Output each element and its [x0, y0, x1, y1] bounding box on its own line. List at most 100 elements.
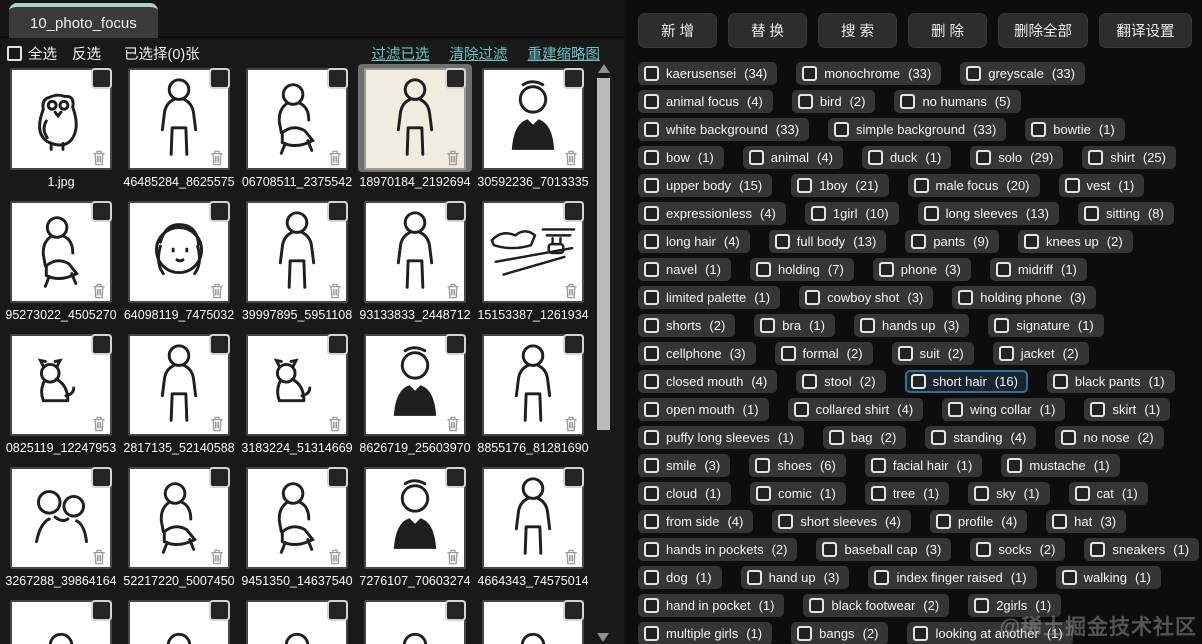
tag-checkbox[interactable] — [644, 206, 659, 221]
tag-pill[interactable]: hands up (3) — [853, 314, 970, 337]
filter-selected-link[interactable]: 过滤已选 — [372, 43, 430, 64]
thumbnail[interactable]: 06708511_2375542 — [240, 64, 354, 197]
thumbnail[interactable]: 52217220_5007450 — [122, 463, 236, 596]
tag-pill[interactable]: phone (3) — [872, 258, 971, 281]
tag-pill[interactable]: closed mouth (4) — [638, 370, 778, 393]
invert-selection-label[interactable]: 反选 — [72, 43, 101, 64]
tag-checkbox[interactable] — [1061, 430, 1077, 445]
tag-checkbox[interactable] — [1090, 542, 1106, 557]
tag-checkbox[interactable] — [948, 402, 964, 417]
thumbnail[interactable]: 0825119_12247953 — [4, 330, 118, 463]
trash-icon[interactable] — [328, 150, 342, 166]
thumbnail-image[interactable] — [482, 600, 584, 644]
tag-checkbox[interactable] — [874, 570, 890, 585]
thumbnail[interactable]: 15153387_1261934 — [476, 197, 590, 330]
tag-pill[interactable]: hand up (3) — [740, 566, 850, 589]
trash-icon[interactable] — [328, 549, 342, 565]
tag-checkbox[interactable] — [644, 94, 659, 109]
trash-icon[interactable] — [210, 150, 224, 166]
thumbnail[interactable]: 3183224_51314669 — [240, 330, 354, 463]
tag-checkbox[interactable] — [878, 262, 894, 277]
thumbnail-image[interactable] — [128, 201, 230, 303]
tag-pill[interactable]: 1boy (21) — [791, 174, 889, 197]
tag-checkbox[interactable] — [644, 66, 659, 81]
tag-pill[interactable]: index finger raised (1) — [868, 566, 1037, 589]
tag-pill[interactable]: vest (1) — [1058, 174, 1145, 197]
tag-pill[interactable]: socks (2) — [970, 538, 1066, 561]
tag-pill[interactable]: duck (1) — [861, 146, 952, 169]
thumbnail[interactable]: 64098119_7475032 — [122, 197, 236, 330]
select-all-label[interactable]: 全选 — [28, 43, 57, 64]
tag-checkbox[interactable] — [644, 374, 659, 389]
thumbnail-checkbox[interactable] — [327, 600, 348, 621]
thumbnail-checkbox[interactable] — [91, 334, 112, 355]
tag-checkbox[interactable] — [644, 262, 659, 277]
tag-checkbox[interactable] — [802, 374, 818, 389]
tag-checkbox[interactable] — [760, 318, 776, 333]
thumbnail-checkbox[interactable] — [91, 201, 112, 222]
tag-pill[interactable]: no nose (2) — [1055, 426, 1164, 449]
thumbnail[interactable]: 3267288_39864164 — [4, 463, 118, 596]
tag-pill[interactable]: suit (2) — [891, 342, 974, 365]
tag-pill[interactable]: navel (1) — [638, 258, 731, 281]
scroll-up-icon[interactable] — [597, 64, 610, 73]
tag-checkbox[interactable] — [644, 542, 659, 557]
thumbnail-checkbox[interactable] — [327, 68, 348, 89]
thumbnail[interactable]: 95273022_4505270 — [4, 197, 118, 330]
trash-icon[interactable] — [210, 416, 224, 432]
thumbnail-image[interactable] — [246, 201, 348, 303]
thumbnail-checkbox[interactable] — [563, 201, 584, 222]
tag-pill[interactable]: dog (1) — [638, 566, 722, 589]
tag-checkbox[interactable] — [810, 206, 826, 221]
tag-checkbox[interactable] — [755, 486, 771, 501]
thumbnail[interactable]: 7276107_70603274 — [358, 463, 472, 596]
thumbnail-image[interactable] — [246, 467, 348, 569]
action-button[interactable]: 替 换 — [728, 13, 807, 48]
tag-checkbox[interactable] — [867, 150, 883, 165]
tag-pill[interactable]: multiple girls (1) — [638, 622, 773, 644]
thumbnail-image[interactable] — [482, 467, 584, 569]
tag-pill[interactable]: kaerusensei (34) — [638, 62, 778, 85]
trash-icon[interactable] — [446, 416, 460, 432]
thumbnail[interactable] — [240, 596, 354, 644]
trash-icon[interactable] — [328, 416, 342, 432]
tag-checkbox[interactable] — [897, 346, 913, 361]
tag-checkbox[interactable] — [644, 122, 659, 137]
tag-pill[interactable]: puffy long sleeves (1) — [638, 426, 804, 449]
thumbnail-checkbox[interactable] — [327, 334, 348, 355]
tag-checkbox[interactable] — [644, 234, 659, 249]
thumbnail-image[interactable] — [364, 467, 466, 569]
tag-pill[interactable]: black pants (1) — [1046, 370, 1175, 393]
trash-icon[interactable] — [564, 283, 578, 299]
thumbnail-checkbox[interactable] — [563, 600, 584, 621]
tag-checkbox[interactable] — [1024, 234, 1040, 249]
tag-pill[interactable]: limited palette (1) — [638, 286, 781, 309]
select-all-checkbox[interactable] — [7, 45, 22, 61]
tag-checkbox[interactable] — [755, 458, 771, 473]
thumbnail[interactable] — [4, 596, 118, 644]
tag-checkbox[interactable] — [644, 346, 659, 361]
trash-icon[interactable] — [564, 150, 578, 166]
thumbnail-image[interactable] — [482, 334, 584, 436]
tag-checkbox[interactable] — [644, 178, 659, 193]
tag-pill[interactable]: full body (13) — [768, 230, 887, 253]
trash-icon[interactable] — [92, 150, 106, 166]
tag-checkbox[interactable] — [998, 346, 1014, 361]
tag-pill[interactable]: cat (1) — [1068, 482, 1148, 505]
thumbnail-checkbox[interactable] — [91, 467, 112, 488]
tag-checkbox[interactable] — [923, 206, 939, 221]
tag-checkbox[interactable] — [1007, 458, 1023, 473]
tag-checkbox[interactable] — [1090, 402, 1106, 417]
trash-icon[interactable] — [446, 150, 460, 166]
thumbnail-checkbox[interactable] — [563, 334, 584, 355]
tag-checkbox[interactable] — [1061, 570, 1077, 585]
thumbnail-checkbox[interactable] — [445, 201, 466, 222]
tag-checkbox[interactable] — [913, 626, 929, 641]
thumbnail-image[interactable] — [10, 68, 112, 170]
tag-pill[interactable]: bowtie (1) — [1025, 118, 1125, 141]
thumbnail-checkbox[interactable] — [91, 600, 112, 621]
tag-checkbox[interactable] — [976, 542, 992, 557]
thumbnail-image[interactable] — [364, 201, 466, 303]
thumbnail[interactable]: 2817135_52140588 — [122, 330, 236, 463]
tag-checkbox[interactable] — [809, 598, 825, 613]
